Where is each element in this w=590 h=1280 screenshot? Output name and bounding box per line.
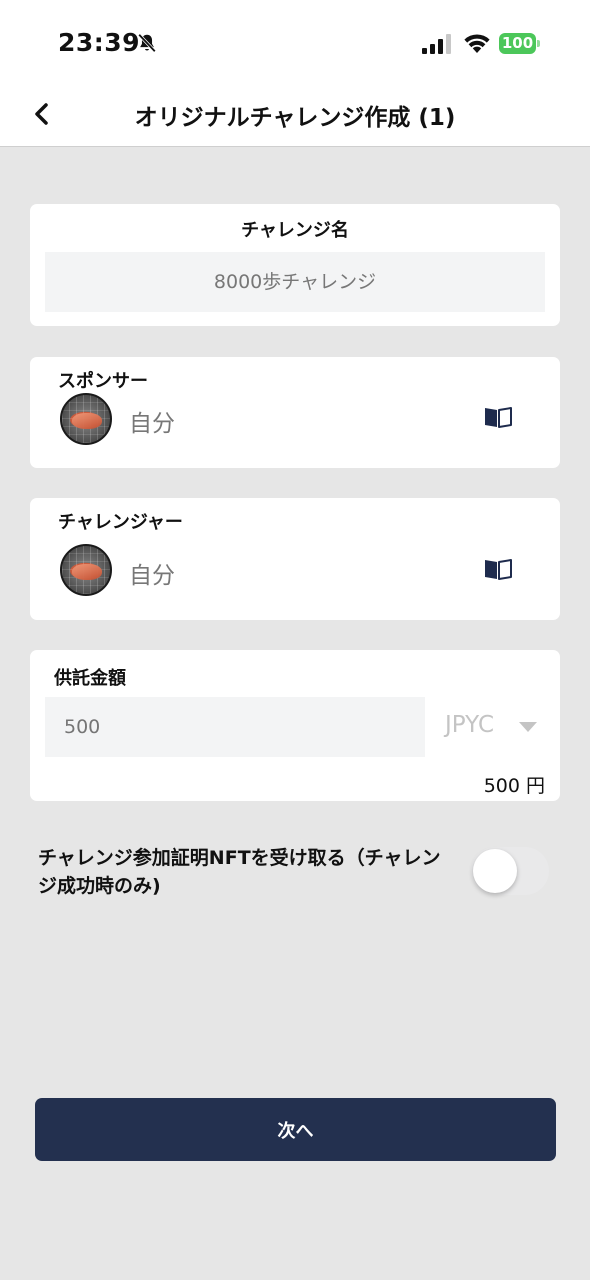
converted-amount: 500 円 [483,775,545,797]
challenger-name: 自分 [129,563,175,589]
nft-option-label: チャレンジ参加証明NFTを受け取る（チャレンジ成功時のみ) [38,847,441,897]
nav-bar: オリジナルチャレンジ作成 (1) [0,82,590,147]
challenger-avatar [60,544,112,596]
deposit-card: 供託金額 JPYC 500 円 [30,650,560,801]
sponsor-label: スポンサー [58,371,148,392]
page-title: オリジナルチャレンジ作成 (1) [134,105,456,131]
battery-icon: 100 [499,33,540,54]
deposit-amount-input[interactable] [45,697,425,757]
challenge-name-card: チャレンジ名 [30,204,560,326]
challenger-label: チャレンジャー [58,512,183,533]
status-time: 23:39 [58,28,141,57]
challenge-name-label: チャレンジ名 [241,220,349,241]
battery-level: 100 [499,33,536,54]
signal-icon [422,34,451,54]
nft-toggle[interactable] [471,847,549,895]
deposit-label: 供託金額 [54,668,126,689]
caret-down-icon [519,722,537,732]
book-icon[interactable] [483,405,513,429]
bell-slash-icon [138,33,156,53]
sponsor-avatar [60,393,112,445]
currency-label: JPYC [445,712,494,738]
currency-select[interactable]: JPYC [445,710,545,744]
status-bar: 23:39 100 [0,0,590,82]
book-icon[interactable] [483,557,513,581]
next-button[interactable]: 次へ [35,1098,556,1161]
sponsor-name: 自分 [129,411,175,437]
challenge-name-input[interactable] [45,252,545,312]
toggle-knob [473,849,517,893]
challenger-card: チャレンジャー 自分 [30,498,560,620]
battery-tip [537,40,540,47]
sponsor-card: スポンサー 自分 [30,357,560,468]
wifi-icon [464,34,490,53]
